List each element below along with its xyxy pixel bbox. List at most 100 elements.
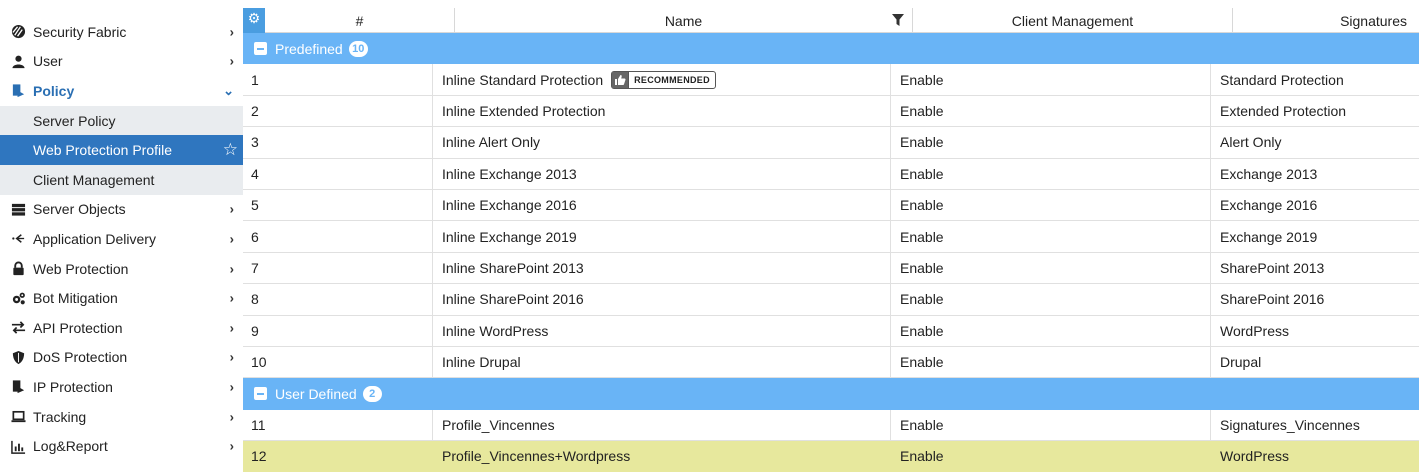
row-client-management: Enable <box>891 441 1211 472</box>
profiles-table: ⚙ # Name Client Management Signatures Pr… <box>243 0 1419 473</box>
row-signatures: WordPress <box>1220 322 1289 339</box>
collapse-icon[interactable] <box>254 42 267 56</box>
row-signatures: WordPress <box>1220 448 1289 465</box>
row-signatures: Exchange 2013 <box>1220 165 1318 182</box>
collapse-icon[interactable] <box>254 387 267 401</box>
row-name-text: Inline Standard Protection <box>442 71 604 88</box>
row-client-management: Enable <box>891 189 1211 221</box>
chevron-right-icon: › <box>229 53 234 69</box>
table-row[interactable]: 8 Inline SharePoint 2016 Enable SharePoi… <box>243 284 1419 316</box>
exchange-arrows-icon <box>10 320 26 336</box>
row-number: 7 <box>243 252 433 284</box>
row-name: Inline Drupal <box>433 346 891 378</box>
sidebar-item-web-protection[interactable]: Web Protection › <box>0 254 243 284</box>
row-signatures: Exchange 2019 <box>1220 228 1318 245</box>
user-icon <box>10 53 26 69</box>
row-signatures: Signatures_Vincennes <box>1220 416 1360 433</box>
row-signatures: Drupal <box>1220 354 1262 371</box>
row-client-management: Enable <box>891 284 1211 315</box>
column-header-number[interactable]: # <box>265 8 455 33</box>
group-count-badge: 10 <box>348 40 368 57</box>
column-settings-gear-icon[interactable]: ⚙ <box>243 8 265 33</box>
table-row[interactable]: 6 Inline Exchange 2019 Enable Exchange 2… <box>243 221 1419 253</box>
column-header-name[interactable]: Name <box>455 8 913 33</box>
sidebar-item-dos-protection[interactable]: DoS Protection › <box>0 343 243 373</box>
table-row-selected[interactable]: 12 Profile_Vincennes+Wordpress Enable Wo… <box>243 441 1419 473</box>
thumbs-up-icon <box>612 71 630 88</box>
row-number: 4 <box>243 158 433 189</box>
chevron-right-icon: › <box>229 24 234 40</box>
row-name: Inline WordPress <box>433 315 891 346</box>
sidebar-item-label: Policy <box>33 82 75 99</box>
gears-icon <box>10 290 26 306</box>
sidebar-item-ip-protection[interactable]: IP Protection › <box>0 372 243 402</box>
group-label: Predefined <box>275 40 343 57</box>
row-name: Profile_Vincennes+Wordpress <box>433 441 891 472</box>
row-number: 12 <box>243 441 433 472</box>
table-row[interactable]: 1 Inline Standard Protection RECOMMENDED… <box>243 64 1419 96</box>
row-client-management: Enable <box>891 409 1211 441</box>
sidebar-nav: Security Fabric › User › Policy ⌄ Server… <box>0 0 243 473</box>
bar-chart-icon <box>10 438 26 454</box>
sidebar-item-label: Application Delivery <box>33 230 156 247</box>
row-name: Inline SharePoint 2013 <box>433 252 891 284</box>
table-row[interactable]: 9 Inline WordPress Enable WordPress <box>243 315 1419 347</box>
table-row[interactable]: 3 Inline Alert Only Enable Alert Only <box>243 127 1419 159</box>
shield-icon <box>10 349 26 365</box>
table-row[interactable]: 2 Inline Extended Protection Enable Exte… <box>243 95 1419 128</box>
sidebar-item-label: Tracking <box>33 408 87 425</box>
column-header-client-management[interactable]: Client Management <box>913 8 1233 33</box>
sidebar-item-label: Web Protection <box>33 260 129 277</box>
sidebar-item-security-fabric[interactable]: Security Fabric › <box>0 17 243 47</box>
sidebar-subitem-label: Web Protection Profile <box>33 142 173 159</box>
row-client-management: Enable <box>891 221 1211 252</box>
policy-icon <box>10 83 26 99</box>
chevron-right-icon: › <box>229 349 234 365</box>
group-count-badge: 2 <box>362 385 382 402</box>
row-number: 3 <box>243 127 433 158</box>
row-number: 11 <box>243 409 433 441</box>
table-row[interactable]: 5 Inline Exchange 2016 Enable Exchange 2… <box>243 189 1419 222</box>
chevron-right-icon: › <box>229 438 234 454</box>
sidebar-item-user[interactable]: User › <box>0 47 243 77</box>
table-row[interactable]: 10 Inline Drupal Enable Drupal <box>243 346 1419 379</box>
sidebar-subitem-server-policy[interactable]: Server Policy <box>0 105 243 136</box>
row-client-management: Enable <box>891 315 1211 346</box>
favorite-star-icon[interactable]: ☆ <box>223 140 238 160</box>
group-header-user-defined[interactable]: User Defined 2 <box>243 378 1419 410</box>
sidebar-subitem-web-protection-profile[interactable]: Web Protection Profile ☆ <box>0 135 243 165</box>
table-row[interactable]: 7 Inline SharePoint 2013 Enable SharePoi… <box>243 252 1419 285</box>
row-number: 1 <box>243 64 433 95</box>
chevron-right-icon: › <box>229 320 234 336</box>
sidebar-item-policy[interactable]: Policy ⌄ <box>0 76 243 106</box>
sidebar-item-bot-mitigation[interactable]: Bot Mitigation › <box>0 283 243 313</box>
group-header-predefined[interactable]: Predefined 10 <box>243 33 1419 65</box>
row-client-management: Enable <box>891 346 1211 378</box>
sidebar-item-application-delivery[interactable]: Application Delivery › <box>0 224 243 254</box>
chevron-right-icon: › <box>229 290 234 306</box>
sidebar-item-api-protection[interactable]: API Protection › <box>0 313 243 343</box>
row-name: Inline Standard Protection RECOMMENDED <box>433 64 891 95</box>
sidebar-item-label: Bot Mitigation <box>33 290 118 307</box>
policy-icon <box>10 379 26 395</box>
table-row[interactable]: 4 Inline Exchange 2013 Enable Exchange 2… <box>243 158 1419 190</box>
row-signatures: Standard Protection <box>1220 71 1344 88</box>
application-delivery-icon <box>10 231 26 247</box>
row-client-management: Enable <box>891 95 1211 127</box>
row-signatures: SharePoint 2013 <box>1220 259 1325 276</box>
row-signatures: Exchange 2016 <box>1220 197 1318 214</box>
row-client-management: Enable <box>891 158 1211 189</box>
filter-icon[interactable] <box>892 14 904 26</box>
lock-icon <box>10 261 26 277</box>
sidebar-item-tracking[interactable]: Tracking › <box>0 402 243 432</box>
column-header-signatures[interactable]: Signatures <box>1233 8 1419 33</box>
group-label: User Defined <box>275 385 357 402</box>
sidebar-item-log-report[interactable]: Log&Report › <box>0 431 243 461</box>
sidebar-item-label: Server Objects <box>33 201 126 218</box>
sidebar-item-label: User <box>33 53 63 70</box>
row-client-management: Enable <box>891 127 1211 158</box>
row-number: 8 <box>243 284 433 315</box>
table-row[interactable]: 11 Profile_Vincennes Enable Signatures_V… <box>243 409 1419 442</box>
sidebar-subitem-client-management[interactable]: Client Management <box>0 164 243 195</box>
sidebar-item-server-objects[interactable]: Server Objects › <box>0 195 243 225</box>
